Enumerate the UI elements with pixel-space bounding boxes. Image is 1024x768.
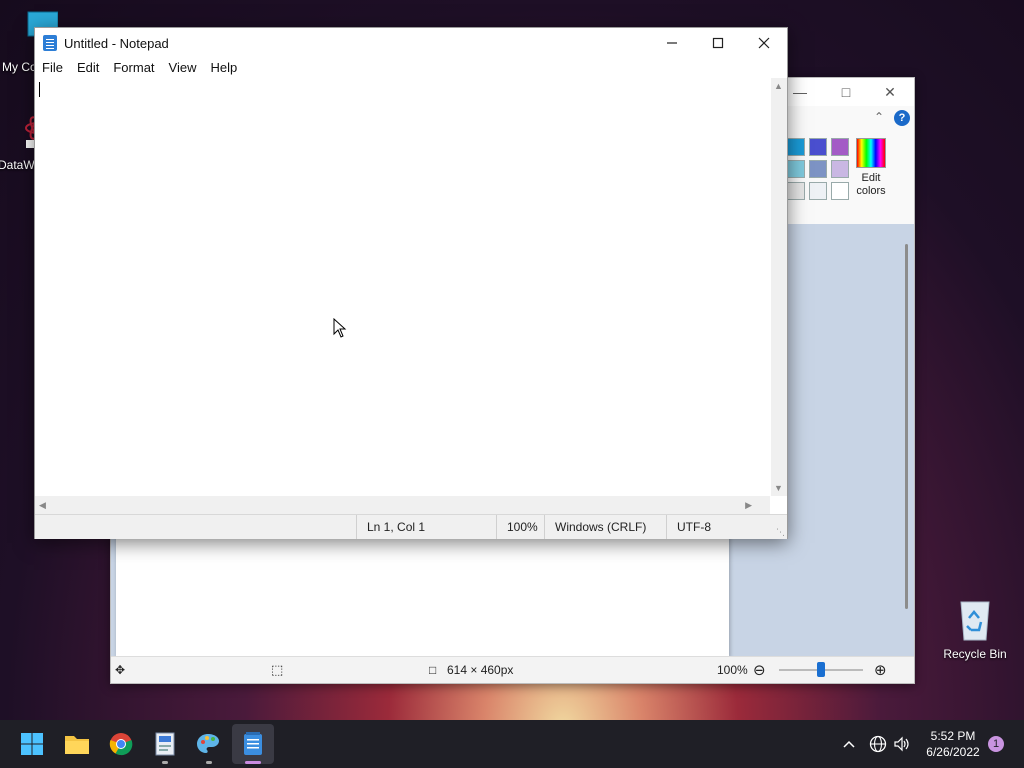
- scroll-left-icon[interactable]: ◀: [39, 500, 46, 511]
- taskbar-paint[interactable]: [193, 728, 225, 764]
- notepad-icon: [244, 732, 262, 755]
- start-button[interactable]: [16, 728, 48, 760]
- show-hidden-icons[interactable]: [842, 720, 856, 768]
- close-button[interactable]: [741, 28, 787, 58]
- color-swatch[interactable]: [787, 182, 805, 200]
- color-swatch[interactable]: [831, 182, 849, 200]
- line-ending: Windows (CRLF): [544, 515, 666, 539]
- notepad-statusbar: Ln 1, Col 1 100% Windows (CRLF) UTF-8 ⋱: [35, 514, 787, 539]
- menu-help[interactable]: Help: [203, 58, 244, 78]
- maximize-icon: [712, 37, 724, 49]
- text-editor[interactable]: [35, 78, 770, 496]
- paint-maximize-button[interactable]: □: [823, 78, 869, 106]
- desktop-icon-recycle-bin[interactable]: Recycle Bin: [940, 598, 1010, 661]
- menu-bar: File Edit Format View Help: [35, 58, 787, 78]
- paint-statusbar: ✥ ⬚ □ 614 × 460px 100% ⊖ ⊕: [111, 656, 914, 683]
- edit-colors-button[interactable]: Edit colors: [854, 138, 888, 198]
- scroll-right-icon[interactable]: ▶: [745, 500, 752, 511]
- notepad-app-icon: [43, 35, 57, 51]
- menu-view[interactable]: View: [162, 58, 204, 78]
- cursor-position: Ln 1, Col 1: [356, 515, 496, 539]
- scroll-down-icon[interactable]: ▼: [774, 483, 783, 493]
- zoom-out-button[interactable]: ⊖: [753, 657, 766, 683]
- zoom-level: 100%: [496, 515, 544, 539]
- network-status[interactable]: [869, 720, 887, 768]
- color-swatch[interactable]: [787, 160, 805, 178]
- encoding: UTF-8: [666, 515, 770, 539]
- mouse-pointer-icon: [333, 318, 347, 338]
- color-swatch[interactable]: [831, 138, 849, 156]
- edit-colors-label: Edit: [861, 172, 881, 184]
- recycle-bin-icon: [960, 601, 990, 641]
- taskbar-file-explorer[interactable]: [61, 728, 93, 760]
- taskbar-active-indicator: [245, 761, 261, 764]
- selection-size-icon: ⬚: [271, 662, 284, 677]
- minimize-button[interactable]: [649, 28, 695, 58]
- running-indicator: [162, 761, 168, 764]
- menu-file[interactable]: File: [35, 58, 70, 78]
- color-swatch[interactable]: [787, 138, 805, 156]
- clock-time: 5:52 PM: [930, 729, 976, 743]
- taskbar-notepad[interactable]: [237, 728, 269, 760]
- speaker-icon: [894, 736, 909, 752]
- notification-badge[interactable]: 1: [988, 736, 1004, 752]
- horizontal-scrollbar[interactable]: ◀ ▶: [35, 496, 770, 514]
- menu-edit[interactable]: Edit: [70, 58, 106, 78]
- canvas-size-icon: □: [429, 663, 437, 677]
- zoom-in-button[interactable]: ⊕: [874, 657, 887, 683]
- running-indicator: [206, 761, 212, 764]
- paint-vertical-scrollbar[interactable]: [905, 244, 908, 609]
- text-caret: [39, 82, 40, 97]
- menu-format[interactable]: Format: [106, 58, 161, 78]
- move-cursor-icon: ✥: [115, 663, 126, 677]
- vertical-scrollbar[interactable]: ▲ ▼: [771, 78, 787, 496]
- maximize-button[interactable]: [695, 28, 741, 58]
- document-chart-icon: [155, 732, 175, 756]
- color-swatch[interactable]: [831, 160, 849, 178]
- desktop-icon-label: My Co: [2, 60, 37, 74]
- paint-palette-icon: [197, 734, 219, 753]
- taskbar-clock[interactable]: 5:52 PM 6/26/2022: [918, 728, 988, 760]
- desktop-icon-label: Recycle Bin: [943, 647, 1007, 661]
- collapse-ribbon-icon[interactable]: ⌃: [874, 110, 884, 124]
- color-swatch[interactable]: [809, 160, 827, 178]
- window-title: Untitled - Notepad: [64, 36, 169, 51]
- color-swatch[interactable]: [809, 138, 827, 156]
- zoom-slider-thumb[interactable]: [817, 662, 825, 677]
- minimize-icon: [667, 42, 677, 44]
- taskbar: 5:52 PM 6/26/2022: [0, 720, 1024, 768]
- notepad-titlebar[interactable]: Untitled - Notepad: [35, 28, 787, 58]
- globe-icon: [869, 735, 887, 753]
- color-spectrum-icon: [856, 138, 886, 168]
- scroll-up-icon[interactable]: ▲: [774, 81, 783, 91]
- desktop-icon-label: DataW: [0, 158, 35, 172]
- close-icon: [758, 37, 770, 49]
- color-swatch[interactable]: [809, 182, 827, 200]
- paint-zoom-level: 100%: [717, 663, 748, 677]
- chevron-up-icon: [843, 740, 855, 748]
- paint-dimensions: 614 × 460px: [447, 663, 514, 677]
- taskbar-chrome[interactable]: [105, 728, 137, 760]
- help-icon[interactable]: ?: [894, 110, 910, 126]
- folder-icon: [65, 736, 89, 754]
- paint-close-button[interactable]: ✕: [867, 78, 913, 106]
- edit-colors-label: colors: [856, 185, 886, 197]
- notepad-window[interactable]: Untitled - Notepad File Edit Format View…: [34, 27, 788, 539]
- windows-logo-icon: [21, 733, 43, 755]
- volume-control[interactable]: [893, 720, 911, 768]
- taskbar-app[interactable]: [149, 728, 181, 764]
- clock-date: 6/26/2022: [926, 745, 980, 759]
- resize-grip-icon[interactable]: ⋱: [776, 527, 785, 538]
- chrome-icon: [109, 733, 133, 756]
